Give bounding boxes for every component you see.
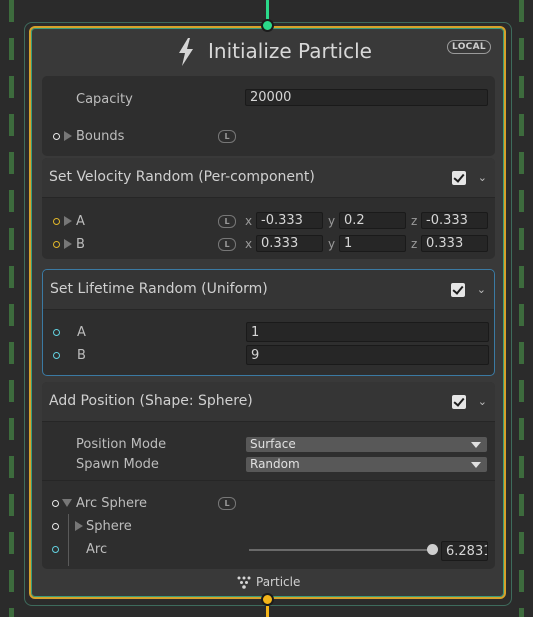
block-header[interactable]: Set Lifetime Random (Uniform) ⌄: [43, 270, 494, 310]
bounds-label: Bounds: [76, 129, 125, 144]
axis-y-label: y: [328, 237, 336, 251]
velocity-a-z-field[interactable]: -0.333: [421, 212, 488, 229]
lifetime-b-port[interactable]: [53, 352, 60, 359]
velocity-b-space-badge[interactable]: L: [218, 238, 236, 251]
spawn-mode-label: Spawn Mode: [76, 457, 159, 472]
arc-sphere-collapse-icon[interactable]: [62, 499, 72, 507]
velocity-a-x-field[interactable]: -0.333: [256, 212, 323, 229]
chevron-down-icon[interactable]: ⌄: [478, 395, 487, 408]
arc-slider-handle[interactable]: [427, 544, 438, 555]
sphere-port[interactable]: [52, 523, 59, 530]
velocity-b-expand-icon[interactable]: [64, 239, 72, 249]
spawn-mode-dropdown[interactable]: Random: [246, 457, 487, 472]
velocity-b-x-field[interactable]: 0.333: [256, 235, 323, 252]
bounds-space-badge[interactable]: L: [218, 130, 236, 143]
lifetime-a-label: A: [77, 325, 86, 340]
arc-value-field[interactable]: 6.2831: [441, 541, 488, 561]
set-velocity-block[interactable]: Set Velocity Random (Per-component) ⌄ A …: [42, 158, 495, 259]
sphere-label: Sphere: [86, 519, 132, 534]
axis-z-label: z: [411, 237, 418, 251]
velocity-a-y-field[interactable]: 0.2: [339, 212, 406, 229]
initialize-particle-node[interactable]: Initialize Particle LOCAL Capacity 20000…: [29, 26, 506, 599]
particle-icon: [237, 576, 251, 589]
output-flow-port[interactable]: [261, 593, 274, 606]
arc-sphere-space-badge[interactable]: L: [218, 497, 236, 510]
arc-sphere-label: Arc Sphere: [76, 496, 148, 511]
hierarchy-line: [68, 514, 69, 566]
chevron-down-icon[interactable]: ⌄: [478, 171, 487, 184]
add-position-block[interactable]: Add Position (Shape: Sphere) ⌄ Position …: [42, 382, 495, 569]
node-title: Initialize Particle: [208, 39, 372, 63]
sphere-expand-icon[interactable]: [75, 521, 83, 531]
velocity-b-z-field[interactable]: 0.333: [421, 235, 488, 252]
capacity-label: Capacity: [76, 92, 133, 107]
lifetime-a-port[interactable]: [53, 329, 60, 336]
block-header[interactable]: Set Velocity Random (Per-component) ⌄: [42, 158, 495, 198]
lightning-bolt-icon: [179, 38, 193, 66]
arc-sphere-port[interactable]: [52, 500, 59, 507]
axis-z-label: z: [411, 214, 418, 228]
capacity-field[interactable]: 20000: [245, 89, 488, 106]
section-divider: [42, 480, 495, 481]
block-enable-checkbox[interactable]: [452, 171, 466, 185]
arc-slider-track[interactable]: [249, 549, 433, 551]
input-flow-port[interactable]: [261, 19, 274, 32]
axis-x-label: x: [245, 237, 253, 251]
position-mode-label: Position Mode: [76, 437, 167, 452]
velocity-a-space-badge[interactable]: L: [218, 215, 236, 228]
bounds-expand-icon[interactable]: [64, 131, 72, 141]
bounds-port[interactable]: [53, 133, 60, 140]
velocity-b-label: B: [76, 237, 85, 252]
right-dashed-guide: [519, 0, 524, 617]
velocity-b-port[interactable]: [53, 241, 60, 248]
block-enable-checkbox[interactable]: [452, 395, 466, 409]
block-title: Add Position (Shape: Sphere): [49, 393, 253, 409]
velocity-a-label: A: [76, 214, 85, 229]
velocity-a-port[interactable]: [53, 218, 60, 225]
block-title: Set Lifetime Random (Uniform): [50, 281, 268, 297]
block-enable-checkbox[interactable]: [451, 283, 465, 297]
properties-block: Capacity 20000 Bounds L: [42, 76, 495, 156]
lifetime-b-field[interactable]: 9: [246, 345, 489, 365]
node-header[interactable]: Initialize Particle LOCAL: [31, 28, 504, 74]
lifetime-a-field[interactable]: 1: [246, 322, 489, 342]
output-label: Particle: [256, 575, 301, 589]
arc-label: Arc: [86, 542, 108, 557]
chevron-down-icon[interactable]: ⌄: [477, 283, 486, 296]
block-header[interactable]: Add Position (Shape: Sphere) ⌄: [42, 382, 495, 422]
block-title: Set Velocity Random (Per-component): [49, 169, 315, 185]
lifetime-b-label: B: [77, 348, 86, 363]
local-badge: LOCAL: [447, 40, 491, 54]
position-mode-dropdown[interactable]: Surface: [246, 437, 487, 452]
set-lifetime-block[interactable]: Set Lifetime Random (Uniform) ⌄ A 1 B 9: [42, 269, 495, 376]
axis-y-label: y: [328, 214, 336, 228]
velocity-a-expand-icon[interactable]: [64, 216, 72, 226]
arc-port[interactable]: [52, 546, 59, 553]
axis-x-label: x: [245, 214, 253, 228]
left-dashed-guide: [9, 0, 14, 617]
velocity-b-y-field[interactable]: 1: [339, 235, 406, 252]
